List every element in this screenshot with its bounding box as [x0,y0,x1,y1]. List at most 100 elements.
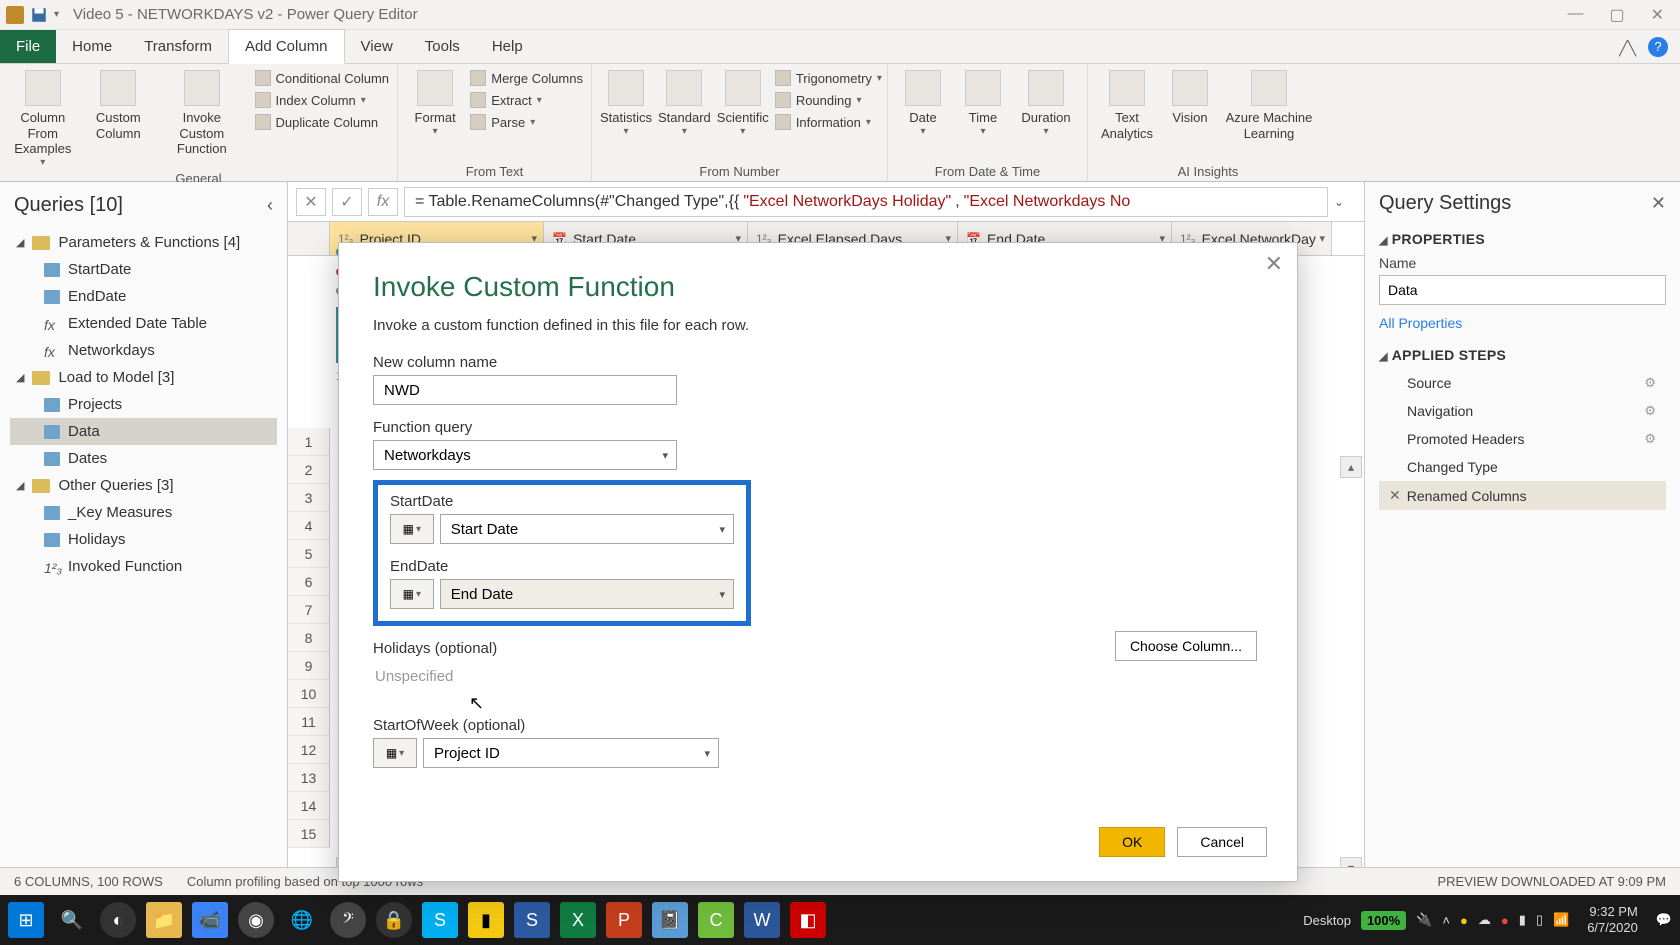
query-item[interactable]: fxNetworkdays [10,337,277,364]
collapse-ribbon-icon[interactable]: ╱╲ [1607,34,1648,63]
powerpoint-icon[interactable]: P [606,902,642,938]
tab-view[interactable]: View [345,30,409,63]
tab-help[interactable]: Help [476,30,539,63]
word-icon[interactable]: W [744,902,780,938]
enddate-type-picker[interactable]: ▦ ▾ [390,579,434,609]
merge-columns-button[interactable]: Merge Columns [470,70,583,86]
row-number[interactable]: 13 [288,764,330,792]
choose-column-button[interactable]: Choose Column... [1115,631,1257,661]
applied-step[interactable]: Changed Type [1379,453,1666,481]
row-number[interactable]: 14 [288,792,330,820]
query-name-input[interactable] [1379,275,1666,305]
battery-indicator[interactable]: 100% [1361,911,1406,930]
invoke-custom-function-button[interactable]: Invoke Custom Function [159,70,244,157]
row-number[interactable]: 6 [288,568,330,596]
tab-add-column[interactable]: Add Column [228,29,345,64]
vision-button[interactable]: Vision [1164,70,1216,126]
startdate-type-picker[interactable]: ▦ ▾ [390,514,434,544]
snagit-icon[interactable]: S [514,902,550,938]
row-number[interactable]: 8 [288,624,330,652]
custom-column-button[interactable]: Custom Column [84,70,154,141]
expand-formula-icon[interactable]: ⌄ [1334,195,1356,209]
qat-dropdown-icon[interactable]: ▾ [54,9,59,20]
app-icon-2[interactable]: ◉ [238,902,274,938]
properties-header[interactable]: PROPERTIES [1392,231,1485,247]
powerbi-icon[interactable]: ▮ [468,902,504,938]
row-number[interactable]: 2 [288,456,330,484]
select-all-corner[interactable] [288,222,330,255]
row-number[interactable]: 12 [288,736,330,764]
format-button[interactable]: Format▾ [406,70,464,138]
query-group[interactable]: ◢Other Queries [3] [10,472,277,499]
desktop-toolbar[interactable]: Desktop [1303,913,1351,928]
trigonometry-button[interactable]: Trigonometry ▾ [775,70,882,86]
row-number[interactable]: 10 [288,680,330,708]
skype-icon[interactable]: S [422,902,458,938]
startofweek-type-picker[interactable]: ▦ ▾ [373,738,417,768]
query-item[interactable]: EndDate [10,283,277,310]
extract-button[interactable]: Extract ▾ [470,92,583,108]
start-button[interactable]: ⊞ [8,902,44,938]
applied-step[interactable]: Navigation⚙ [1379,397,1666,425]
query-group[interactable]: ◢Load to Model [3] [10,364,277,391]
applied-step[interactable]: Promoted Headers⚙ [1379,425,1666,453]
notifications-icon[interactable]: 💬 [1656,912,1672,928]
enddate-select[interactable]: End Date▾ [440,579,734,609]
holidays-select[interactable]: Unspecified [373,661,677,691]
query-item[interactable]: Holidays [10,526,277,553]
query-group[interactable]: ◢Parameters & Functions [4] [10,229,277,256]
close-button[interactable]: ✕ [1651,5,1664,25]
tray-chevron-icon[interactable]: ˄ [1442,913,1450,928]
date-button[interactable]: Date▾ [896,70,950,138]
accept-formula-button[interactable]: ✓ [332,188,362,216]
fx-icon[interactable]: fx [368,188,398,216]
query-item[interactable]: Data [10,418,277,445]
query-item[interactable]: Dates [10,445,277,472]
scroll-up-button[interactable]: ▴ [1340,456,1362,478]
conditional-column-button[interactable]: Conditional Column [255,70,389,86]
row-number[interactable]: 7 [288,596,330,624]
tray-icon[interactable]: 🔌 [1416,912,1432,928]
app-icon-1[interactable]: ◐ [100,902,136,938]
tray-icon-3[interactable]: ☁ [1478,912,1491,928]
chrome-icon[interactable]: 🌐 [284,902,320,938]
query-item[interactable]: Projects [10,391,277,418]
azure-ml-button[interactable]: Azure Machine Learning [1222,70,1316,141]
tab-tools[interactable]: Tools [409,30,476,63]
standard-button[interactable]: Standard▾ [658,70,711,138]
information-button[interactable]: Information ▾ [775,114,882,130]
row-number[interactable]: 4 [288,512,330,540]
help-icon[interactable]: ? [1648,37,1668,57]
tray-icon-6[interactable]: ▯ [1536,912,1543,928]
statistics-button[interactable]: Statistics▾ [600,70,652,138]
query-item[interactable]: StartDate [10,256,277,283]
tab-transform[interactable]: Transform [128,30,228,63]
row-number[interactable]: 15 [288,820,330,848]
row-number[interactable]: 11 [288,708,330,736]
maximize-button[interactable]: ▢ [1609,5,1624,25]
camtasia-icon[interactable]: C [698,902,734,938]
formula-input[interactable]: = Table.RenameColumns(#"Changed Type",{{… [404,187,1328,217]
startofweek-select[interactable]: Project ID▾ [423,738,719,768]
file-explorer-icon[interactable]: 📁 [146,902,182,938]
time-button[interactable]: Time▾ [956,70,1010,138]
duplicate-column-button[interactable]: Duplicate Column [255,114,389,130]
app-icon-3[interactable]: 𝄢 [330,902,366,938]
app-icon-4[interactable]: 🔒 [376,902,412,938]
startdate-select[interactable]: Start Date▾ [440,514,734,544]
file-tab[interactable]: File [0,30,56,63]
ok-button[interactable]: OK [1099,827,1165,857]
text-analytics-button[interactable]: Text Analytics [1096,70,1158,141]
search-icon[interactable]: 🔍 [54,902,90,938]
cancel-button[interactable]: Cancel [1177,827,1267,857]
query-item[interactable]: fxExtended Date Table [10,310,277,337]
applied-step[interactable]: Source⚙ [1379,369,1666,397]
minimize-button[interactable]: — [1567,5,1583,25]
applied-steps-header[interactable]: APPLIED STEPS [1392,347,1506,363]
row-number[interactable]: 9 [288,652,330,680]
query-item[interactable]: 1²₃Invoked Function [10,553,277,580]
column-from-examples-button[interactable]: Column From Examples▾ [8,70,78,169]
app-icon-5[interactable]: 📓 [652,902,688,938]
tab-home[interactable]: Home [56,30,128,63]
query-item[interactable]: _Key Measures [10,499,277,526]
